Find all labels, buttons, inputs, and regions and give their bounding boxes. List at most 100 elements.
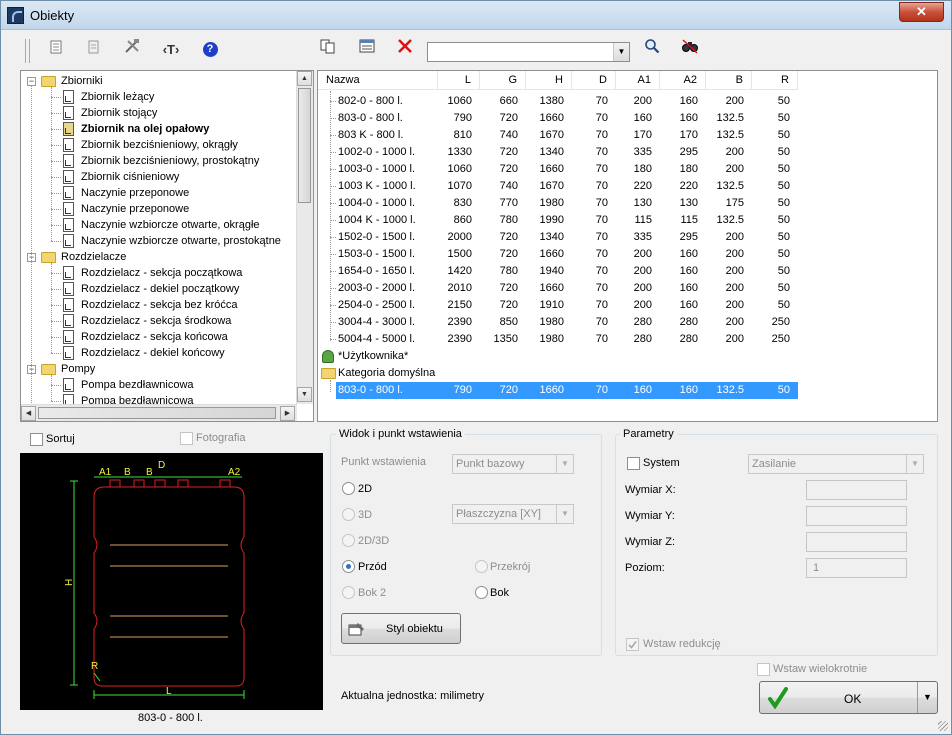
find-binoculars-icon[interactable] [678, 37, 702, 63]
object-style-button[interactable]: Styl obiektu [341, 613, 461, 644]
table-row[interactable]: 1502-0 - 1500 l. 2000 720 1340 70 335 295 200 50 [318, 229, 798, 246]
object-icon [63, 330, 74, 344]
system-checkbox[interactable] [627, 457, 640, 470]
tree-item[interactable]: Naczynie wzbiorcze otwarte, okrągłe [81, 217, 260, 233]
delete-icon[interactable] [393, 37, 417, 63]
selected-table-row[interactable]: 803-0 - 800 l. 790 720 1660 70 160 160 132.5 50 [336, 382, 798, 399]
tree-horizontal-scrollbar[interactable]: ◀ ▶ [21, 404, 297, 421]
table-cell: 50 [777, 95, 790, 107]
tree-connector [51, 273, 61, 274]
dim-z-label: Wymiar Z: [625, 536, 676, 548]
radio-section [475, 560, 488, 573]
table-row[interactable]: 1004 K - 1000 l. 860 780 1990 70 115 115 132.5 5… [318, 212, 798, 229]
table-row[interactable]: 1503-0 - 1500 l. 1500 720 1660 70 200 160 200 50 [318, 246, 798, 263]
tree-item[interactable]: Zbiornik leżący [81, 89, 154, 105]
tree-item[interactable]: Rozdzielacz - sekcja końcowa [81, 329, 228, 345]
column-header[interactable]: L [438, 71, 480, 90]
table-row[interactable]: 1004-0 - 1000 l. 830 770 1980 70 130 130 175 50 [318, 195, 798, 212]
help-icon[interactable]: ? [198, 37, 222, 63]
radio-2d[interactable] [342, 482, 355, 495]
table-row[interactable]: 802-0 - 800 l. 1060 660 1380 70 200 160 200 50 [318, 93, 798, 110]
radio-front[interactable] [342, 560, 355, 573]
scroll-right-icon[interactable]: ▶ [280, 406, 295, 421]
scroll-thumb[interactable] [298, 88, 311, 203]
combo-arrow-icon[interactable]: ▼ [613, 43, 629, 61]
column-header[interactable]: G [480, 71, 526, 90]
table-row[interactable]: 1003-0 - 1000 l. 1060 720 1660 70 180 180 200 50 [318, 161, 798, 178]
category-tree[interactable]: − Zbiorniki Zbiornik leżący Zbiornik stojąc… [20, 70, 314, 422]
tree-vertical-scrollbar[interactable]: ▲ ▼ [296, 71, 313, 404]
table-row[interactable]: 5004-4 - 5000 l. 2390 1350 1980 70 280 280 200 2… [318, 331, 798, 348]
chevron-down-icon: ▼ [906, 455, 923, 473]
tree-item[interactable]: Rozdzielacz - sekcja środkowa [81, 313, 231, 329]
table-row[interactable]: 3004-4 - 3000 l. 2390 850 1980 70 280 280 200 25… [318, 314, 798, 331]
scroll-thumb[interactable] [38, 407, 276, 419]
tree-item[interactable]: Pompa bezdławnicowa [81, 377, 194, 393]
tree-item[interactable]: Zbiornik bezciśnieniowy, okrągły [81, 137, 238, 153]
tree-item[interactable]: Zbiornik na olej opałowy [81, 121, 209, 137]
object-icon [63, 138, 74, 152]
tree-item[interactable]: Naczynie przeponowe [81, 185, 189, 201]
scroll-left-icon[interactable]: ◀ [21, 406, 36, 421]
tree-item[interactable]: Rozdzielacz - dekiel początkowy [81, 281, 239, 297]
search-icon[interactable] [640, 37, 664, 63]
table-row[interactable]: 1654-0 - 1650 l. 1420 780 1940 70 200 160 200 50 [318, 263, 798, 280]
column-header[interactable]: R [752, 71, 798, 90]
object-icon [63, 378, 74, 392]
tree-item[interactable]: Zbiornik stojący [81, 105, 157, 121]
column-header[interactable]: Nazwa [318, 71, 438, 90]
parameters-group-title: Parametry [620, 428, 677, 440]
text-tool-icon[interactable]: ‹T› [159, 37, 183, 63]
column-header[interactable]: D [572, 71, 616, 90]
tree-item[interactable]: Naczynie przeponowe [81, 201, 189, 217]
table-cell: 50 [777, 299, 790, 311]
table-row[interactable]: 1002-0 - 1000 l. 1330 720 1340 70 335 295 200 50 [318, 144, 798, 161]
object-icon [63, 314, 74, 328]
search-combo[interactable]: ▼ [427, 42, 630, 62]
document-icon[interactable] [81, 37, 105, 63]
toolbar-grip[interactable] [25, 39, 30, 63]
user-category-node[interactable]: *Użytkownika* [318, 348, 618, 365]
column-header[interactable]: A2 [660, 71, 706, 90]
object-list[interactable]: Nazwa L G H D A1 A2 B R 802-0 - 800 l. 1060 660 1380… [317, 70, 938, 422]
table-cell: 720 [499, 112, 518, 124]
scroll-down-icon[interactable]: ▼ [297, 387, 312, 402]
copy-icon[interactable] [316, 37, 340, 63]
tree-item[interactable]: Rozdzielacz - sekcja bez króćca [81, 297, 238, 313]
object-icon [63, 218, 74, 232]
ok-button[interactable]: OK ▼ [759, 681, 938, 714]
unit-text: Aktualna jednostka: milimetry [341, 690, 485, 702]
tree-item[interactable]: Naczynie wzbiorcze otwarte, prostokątne [81, 233, 281, 249]
tree-item[interactable]: Rozdzielacz - sekcja początkowa [81, 265, 242, 281]
edit-list-icon[interactable] [355, 37, 379, 63]
tree-item[interactable]: Zbiornik bezciśnieniowy, prostokątny [81, 153, 259, 169]
default-category-node[interactable]: Kategoria domyślna [318, 365, 618, 382]
tree-item[interactable]: Zbiornik ciśnieniowy [81, 169, 179, 185]
table-row[interactable]: 1003 K - 1000 l. 1070 740 1670 70 220 220 132.5… [318, 178, 798, 195]
table-row[interactable]: 2504-0 - 2500 l. 2150 720 1910 70 200 160 200 50 [318, 297, 798, 314]
tree-item[interactable]: Rozdzielacz - dekiel końcowy [81, 345, 225, 361]
table-cell: 160 [633, 112, 652, 124]
column-header[interactable]: B [706, 71, 752, 90]
close-button[interactable]: ✕ [899, 2, 944, 22]
resize-grip[interactable] [938, 721, 948, 731]
tree-group-1[interactable]: Zbiorniki [61, 73, 103, 89]
folder-icon [41, 364, 56, 375]
radio-side[interactable] [475, 586, 488, 599]
tools-icon[interactable] [120, 37, 144, 63]
column-header[interactable]: H [526, 71, 572, 90]
properties-icon[interactable] [44, 37, 68, 63]
table-row[interactable]: 803 K - 800 l. 810 740 1670 70 170 170 132.5 50 [318, 127, 798, 144]
table-row[interactable]: 803-0 - 800 l. 790 720 1660 70 160 160 132.5 50 [318, 110, 798, 127]
tree-group-2[interactable]: Rozdzielacze [61, 249, 126, 265]
dim-z-field [806, 532, 907, 552]
dim-y-label: Wymiar Y: [625, 510, 675, 522]
table-cell: 50 [777, 197, 790, 209]
sort-checkbox[interactable] [30, 433, 43, 446]
ok-dropdown-arrow[interactable]: ▼ [917, 682, 937, 713]
scroll-up-icon[interactable]: ▲ [297, 71, 312, 86]
table-row[interactable]: 2003-0 - 2000 l. 2010 720 1660 70 200 160 200 50 [318, 280, 798, 297]
table-cell: 2504-0 - 2500 l. [338, 299, 416, 311]
tree-group-3[interactable]: Pompy [61, 361, 95, 377]
column-header[interactable]: A1 [616, 71, 660, 90]
